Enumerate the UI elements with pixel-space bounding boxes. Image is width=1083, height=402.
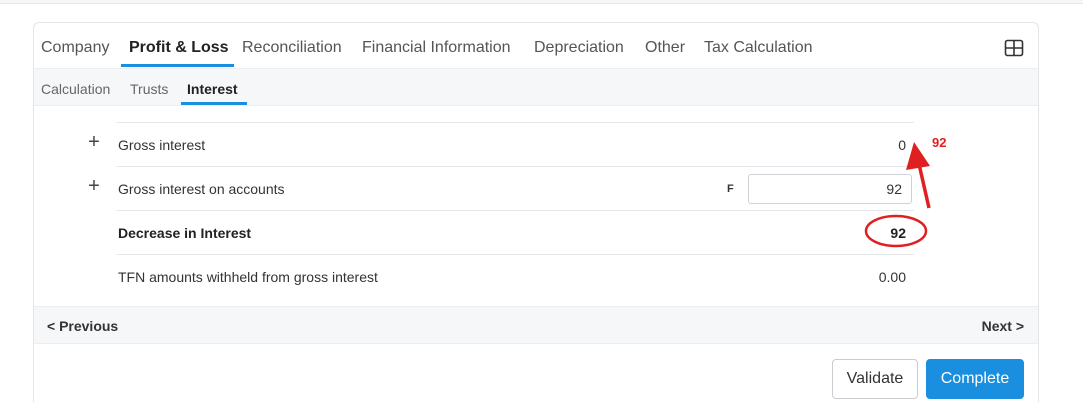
row-gross-interest: + Gross interest 0 — [88, 122, 914, 166]
source-flag: F — [727, 183, 734, 195]
tab-tax-calculation[interactable]: Tax Calculation — [704, 39, 813, 57]
plus-icon[interactable]: + — [84, 132, 104, 152]
tab-company[interactable]: Company — [41, 39, 109, 57]
active-tab-indicator — [121, 64, 234, 67]
tab-reconciliation[interactable]: Reconciliation — [242, 39, 342, 57]
tab-depreciation[interactable]: Depreciation — [534, 39, 624, 57]
row-label: TFN amounts withheld from gross interest — [118, 269, 378, 285]
grid-layout-icon[interactable] — [1004, 38, 1024, 58]
annotation-label: 92 — [932, 135, 947, 150]
row-gross-interest-on-accounts: + Gross interest on accounts F — [88, 166, 914, 210]
row-value: 0.00 — [878, 269, 906, 285]
active-subtab-indicator — [181, 102, 247, 105]
pagination-bar: < Previous Next > — [34, 306, 1038, 344]
previous-button[interactable]: < Previous — [47, 318, 118, 334]
row-tfn-withheld: TFN amounts withheld from gross interest… — [116, 254, 914, 298]
tab-other[interactable]: Other — [645, 39, 685, 57]
row-decrease-in-interest: Decrease in Interest 92 — [116, 210, 914, 254]
tax-form-card: Company Profit & Loss Reconciliation Fin… — [33, 22, 1039, 402]
subtab-interest[interactable]: Interest — [187, 81, 238, 97]
row-label: Gross interest — [118, 137, 206, 153]
gross-interest-on-accounts-input[interactable] — [748, 174, 912, 204]
plus-icon[interactable]: + — [84, 176, 104, 196]
tab-profit-and-loss[interactable]: Profit & Loss — [129, 39, 229, 57]
next-button[interactable]: Next > — [982, 318, 1024, 334]
row-label: Decrease in Interest — [118, 225, 252, 241]
subtab-trusts[interactable]: Trusts — [130, 81, 168, 97]
subtab-calculation[interactable]: Calculation — [41, 81, 110, 97]
tab-financial-information[interactable]: Financial Information — [362, 39, 511, 57]
row-label: Gross interest on accounts — [118, 181, 285, 197]
row-value: 92 — [890, 225, 906, 241]
sub-tabs: Calculation Trusts Interest — [34, 68, 1038, 106]
row-value: 0 — [898, 137, 906, 153]
complete-button[interactable]: Complete — [926, 359, 1024, 399]
main-tabs: Company Profit & Loss Reconciliation Fin… — [34, 23, 1038, 68]
top-border — [0, 0, 1083, 4]
validate-button[interactable]: Validate — [832, 359, 918, 399]
